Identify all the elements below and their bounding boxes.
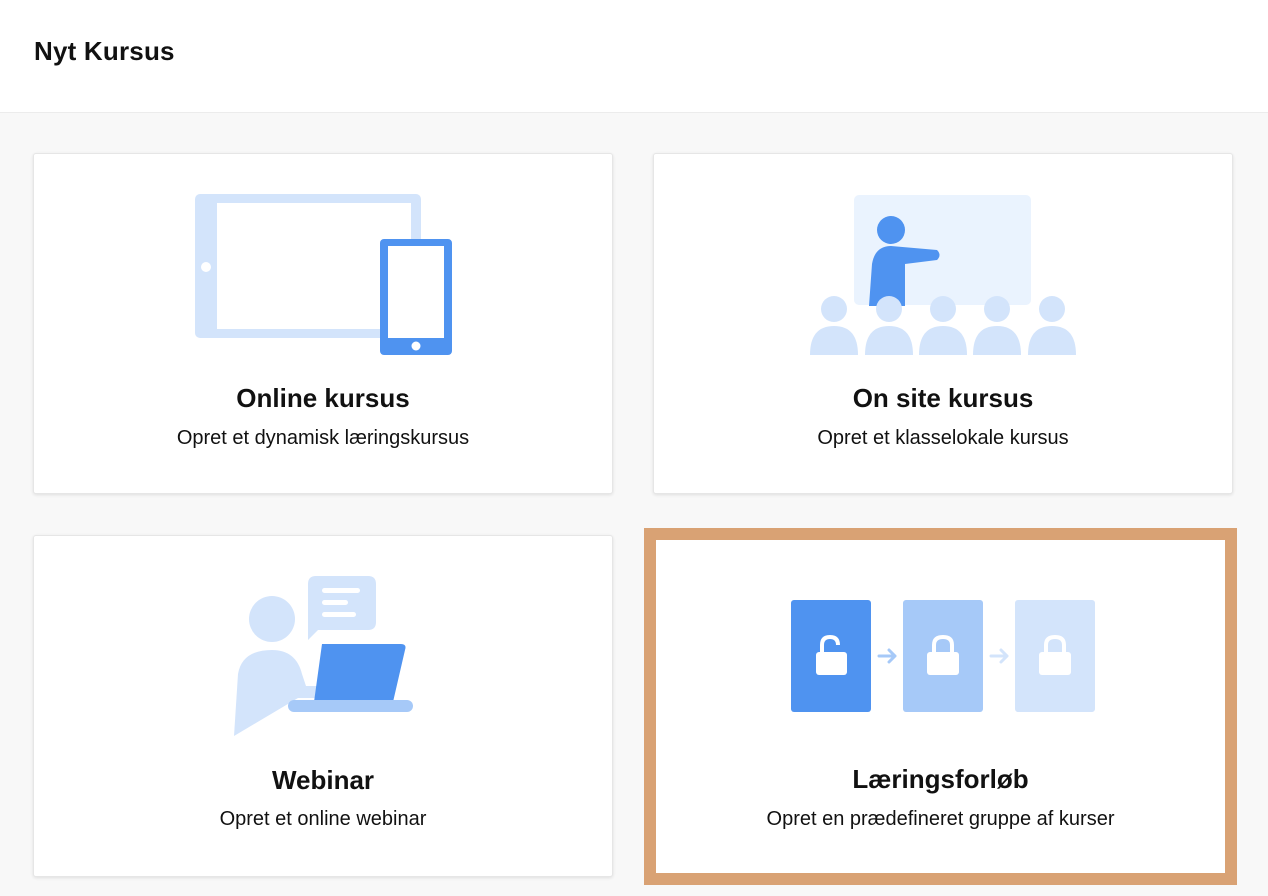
card-subtitle: Opret et dynamisk læringskursus bbox=[176, 427, 470, 449]
card-learning-path[interactable]: Læringsforløb Opret en prædefineret grup… bbox=[644, 528, 1237, 885]
card-subtitle: Opret et klasselokale kursus bbox=[817, 427, 1069, 449]
card-subtitle: Opret et online webinar bbox=[219, 808, 427, 830]
card-title: Online kursus bbox=[236, 383, 410, 413]
card-title: Webinar bbox=[271, 765, 375, 795]
card-title: Læringsforløb bbox=[852, 764, 1029, 794]
webinar-icon bbox=[234, 576, 413, 736]
page-title: Nyt Kursus bbox=[34, 36, 175, 66]
card-webinar[interactable]: Webinar Opret et online webinar bbox=[33, 535, 613, 877]
learning-path-icon bbox=[791, 600, 1095, 712]
card-title: On site kursus bbox=[852, 383, 1034, 413]
classroom-icon bbox=[810, 195, 1076, 355]
card-online-course[interactable]: Online kursus Opret et dynamisk læringsk… bbox=[33, 153, 613, 494]
page-header: Nyt Kursus bbox=[0, 0, 1268, 113]
card-onsite-course[interactable]: On site kursus Opret et klasselokale kur… bbox=[653, 153, 1233, 494]
devices-icon bbox=[195, 194, 452, 355]
card-subtitle: Opret en prædefineret gruppe af kurser bbox=[766, 808, 1115, 830]
